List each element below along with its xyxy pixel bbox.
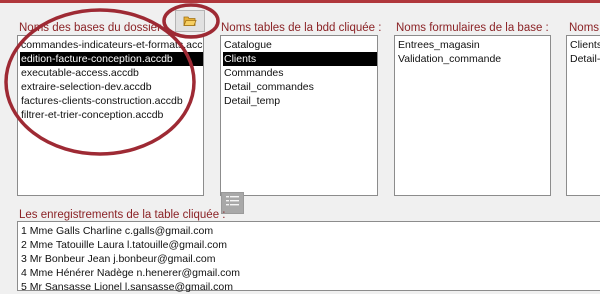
- form-item[interactable]: Entrees_magasin: [397, 38, 550, 52]
- browse-folder-button[interactable]: [175, 10, 205, 32]
- table-item[interactable]: Detail_commandes: [223, 80, 377, 94]
- table-item[interactable]: Catalogue: [223, 38, 377, 52]
- record-row[interactable]: 4 Mme Hénérer Nadège n.henerer@gmail.com: [20, 266, 600, 280]
- reports-listbox[interactable]: Clients- Detail-C: [566, 35, 600, 196]
- record-row[interactable]: 2 Mme Tatouille Laura l.tatouille@gmail.…: [20, 238, 600, 252]
- databases-label: Noms des bases du dossier :: [19, 22, 168, 34]
- database-item[interactable]: commandes-indicateurs-et-formats.accdb: [20, 38, 203, 52]
- open-folder-icon: [183, 15, 197, 27]
- records-listbox[interactable]: 1 Mme Galls Charline c.galls@gmail.com 2…: [17, 221, 600, 294]
- database-item[interactable]: factures-clients-construction.accdb: [20, 94, 203, 108]
- database-item[interactable]: extraire-selection-dev.accdb: [20, 80, 203, 94]
- records-label: Les enregistrements de la table cliquée …: [19, 209, 226, 221]
- database-item-selected[interactable]: edition-facture-conception.accdb: [20, 52, 203, 66]
- table-item-selected[interactable]: Clients: [223, 52, 377, 66]
- tables-label: Noms tables de la bdd cliquée :: [221, 22, 382, 34]
- filter-list-icon: [226, 194, 239, 212]
- tables-listbox[interactable]: Catalogue Clients Commandes Detail_comma…: [220, 35, 378, 196]
- top-accent-bar: [0, 0, 600, 3]
- database-item[interactable]: filtrer-et-trier-conception.accdb: [20, 108, 203, 122]
- table-item[interactable]: Commandes: [223, 66, 377, 80]
- forms-label: Noms formulaires de la base :: [396, 22, 549, 34]
- report-item[interactable]: Clients-: [569, 38, 600, 52]
- databases-listbox[interactable]: commandes-indicateurs-et-formats.accdb e…: [17, 35, 204, 196]
- reports-label: Noms r: [569, 22, 600, 34]
- record-row[interactable]: 3 Mr Bonbeur Jean j.bonbeur@gmail.com: [20, 252, 600, 266]
- record-row[interactable]: 1 Mme Galls Charline c.galls@gmail.com: [20, 224, 600, 238]
- table-item[interactable]: Detail_temp: [223, 94, 377, 108]
- database-item[interactable]: executable-access.accdb: [20, 66, 203, 80]
- form-item[interactable]: Validation_commande: [397, 52, 550, 66]
- report-item[interactable]: Detail-C: [569, 52, 600, 66]
- forms-listbox[interactable]: Entrees_magasin Validation_commande: [394, 35, 551, 196]
- record-row[interactable]: 5 Mr Sansasse Lionel l.sansasse@gmail.co…: [20, 280, 600, 294]
